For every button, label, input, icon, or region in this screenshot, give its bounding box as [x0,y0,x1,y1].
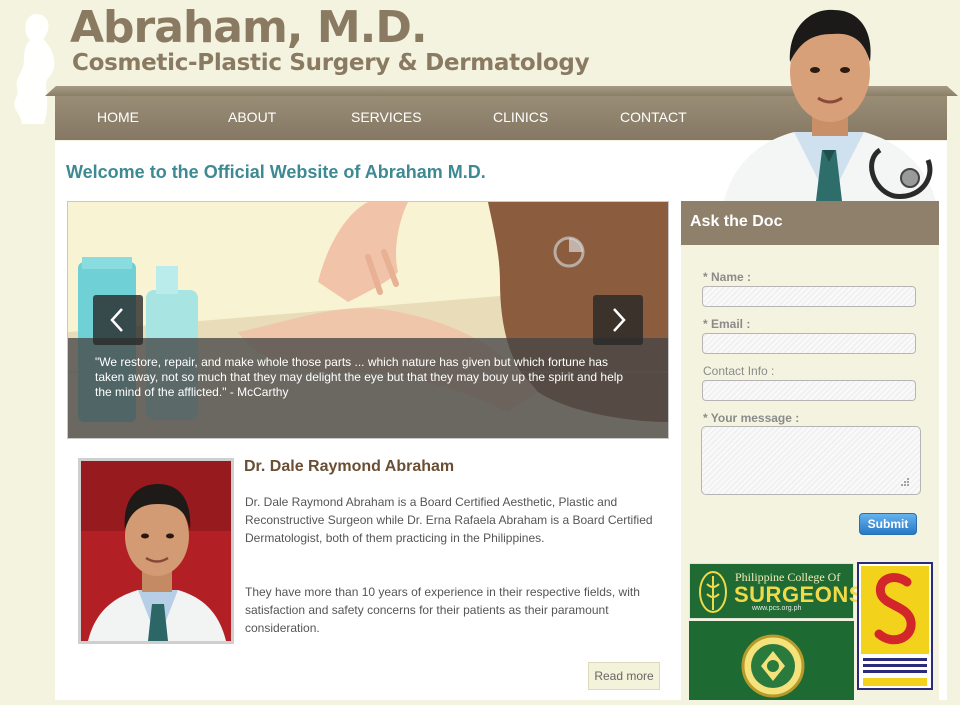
message-field[interactable] [701,426,921,495]
society-seal-icon [741,634,805,698]
slider-prev-button[interactable] [93,295,143,345]
slide-loading-icon [553,236,585,268]
nav-contact[interactable]: CONTACT [620,108,687,126]
pcs-logo[interactable]: Philippine College Of SURGEONS www.pcs.o… [689,563,863,619]
slider-next-button[interactable] [593,295,643,345]
site-subtitle: Cosmetic-Plastic Surgery & Dermatology [72,50,590,76]
slide-quote: "We restore, repair, and make whole thos… [95,355,624,399]
nav-services[interactable]: SERVICES [351,108,422,126]
chevron-left-icon [110,308,123,332]
doctor-name-heading: Dr. Dale Raymond Abraham [244,458,455,475]
name-label: * Name : [703,270,752,284]
paprs-emblem-icon [861,566,929,686]
doctor-photo-image [81,461,231,641]
paprs-logo[interactable] [857,562,933,690]
email-label: * Email : [703,317,751,331]
message-label: * Your message : [703,411,800,425]
nav-clinics[interactable]: CLINICS [493,108,548,126]
doctor-photo [78,458,234,644]
read-more-button[interactable]: Read more [588,662,660,690]
email-field[interactable] [702,333,916,354]
slide-caption: "We restore, repair, and make whole thos… [68,338,668,438]
nav-about[interactable]: ABOUT [228,108,276,126]
contact-info-field[interactable] [702,380,916,401]
nav-home[interactable]: HOME [97,108,139,126]
submit-button[interactable]: Submit [859,513,917,535]
society-seal-logo[interactable] [689,621,854,700]
image-slider[interactable]: "We restore, repair, and make whole thos… [67,201,669,439]
bio-paragraph-2: They have more than 10 years of experien… [245,585,640,635]
pcs-line3: www.pcs.org.ph [752,605,802,612]
resize-grip-icon[interactable] [898,475,910,487]
ask-the-doc-title: Ask the Doc [690,213,783,230]
name-field[interactable] [702,286,916,307]
contact-info-label: Contact Info : [703,364,775,378]
doctor-portrait-header [724,9,936,201]
pcs-emblem-icon [699,571,727,613]
welcome-heading: Welcome to the Official Website of Abrah… [66,162,486,182]
bio-paragraph-1: Dr. Dale Raymond Abraham is a Board Cert… [245,495,653,545]
chevron-right-icon [613,308,626,332]
